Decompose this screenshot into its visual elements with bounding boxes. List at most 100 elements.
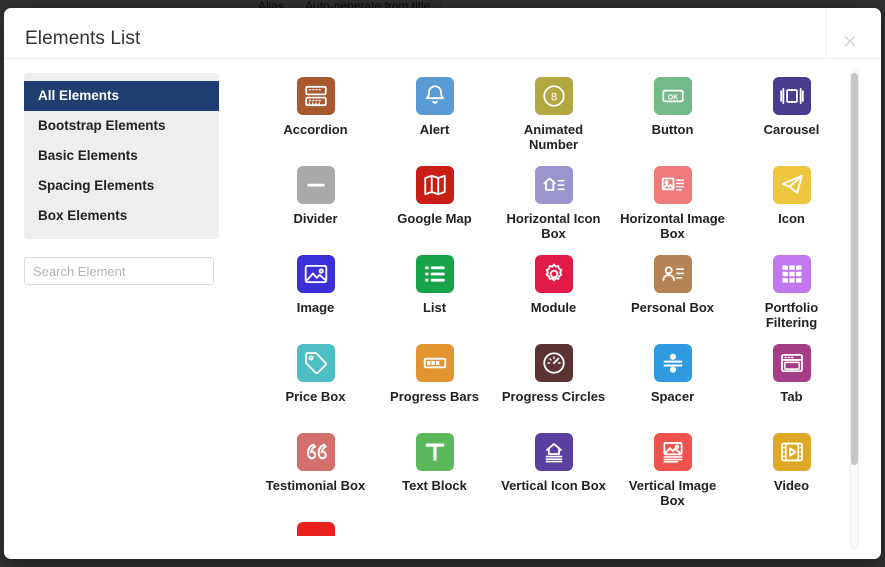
element-tile-button[interactable]: OK Button: [613, 77, 732, 166]
element-tile-animated-number[interactable]: 8 Animated Number: [494, 77, 613, 166]
element-tile-tab[interactable]: Tab: [732, 344, 851, 433]
list-icon: [415, 255, 454, 293]
element-tile-alert[interactable]: Alert: [375, 77, 494, 166]
element-tile-label: Image: [296, 300, 335, 315]
element-tile-horizontal-image-box[interactable]: Horizontal Image Box: [613, 166, 732, 255]
element-tile-progress-circles[interactable]: Progress Circles: [494, 344, 613, 433]
grid-tiles-icon: [772, 255, 811, 293]
quote-icon: [296, 433, 335, 471]
partial-red-icon: [296, 522, 335, 536]
sidebar-item-label: Bootstrap Elements: [38, 118, 166, 133]
sidebar-item-all-elements[interactable]: All Elements: [24, 81, 219, 111]
image-lines-below-icon: [653, 433, 692, 471]
sidebar-item-box-elements[interactable]: Box Elements: [24, 201, 219, 231]
element-tile-label: Video: [773, 478, 810, 493]
element-tile-price-box[interactable]: Price Box: [256, 344, 375, 433]
element-tile-label: Carousel: [763, 122, 820, 137]
gear-icon: [534, 255, 573, 293]
modal-header: Elements List ×: [4, 8, 881, 59]
video-play-icon: [772, 433, 811, 471]
numbered-circle-icon: 8: [534, 77, 573, 115]
modal-body: All Elements Bootstrap Elements Basic Elem…: [4, 59, 881, 559]
element-tile-spacer[interactable]: Spacer: [613, 344, 732, 433]
element-tile-text-block[interactable]: Text Block: [375, 433, 494, 522]
home-lines-right-icon: [534, 166, 573, 204]
element-tile-label: Alert: [419, 122, 450, 137]
progress-bar-icon: [415, 344, 454, 382]
carousel-icon: [772, 77, 811, 115]
text-t-icon: [415, 433, 454, 471]
element-tile-list[interactable]: List: [375, 255, 494, 344]
sidebar: All Elements Bootstrap Elements Basic Elem…: [4, 59, 244, 559]
header-vertical-divider: [826, 8, 827, 59]
paper-plane-icon: [772, 166, 811, 204]
element-tile-label: Spacer: [650, 389, 695, 404]
element-tile-label: Price Box: [285, 389, 346, 404]
element-tile-accordion[interactable]: Accordion: [256, 77, 375, 166]
spacer-icon: [653, 344, 692, 382]
page-title: Elements List: [25, 28, 141, 49]
element-tile-label: Module: [530, 300, 577, 315]
folded-map-icon: [415, 166, 454, 204]
element-tile-label: Horizontal Image Box: [620, 211, 725, 241]
sidebar-item-label: All Elements: [38, 88, 120, 103]
sidebar-item-spacing-elements[interactable]: Spacing Elements: [24, 171, 219, 201]
elements-list-modal: Elements List × All Elements Bootstrap El…: [4, 8, 881, 559]
element-tile-testimonial-box[interactable]: Testimonial Box: [256, 433, 375, 522]
sidebar-item-basic-elements[interactable]: Basic Elements: [24, 141, 219, 171]
element-tile-vertical-icon-box[interactable]: Vertical Icon Box: [494, 433, 613, 522]
element-tile-label: Vertical Image Box: [628, 478, 717, 508]
element-tile-label: Button: [651, 122, 694, 137]
element-tile-portfolio-filtering[interactable]: Portfolio Filtering: [732, 255, 851, 344]
elements-grid-scroll-area: Accordion Alert 8 Animated Number OK Button Ca…: [244, 59, 881, 559]
bell-icon: [415, 77, 454, 115]
picture-icon: [296, 255, 335, 293]
element-tile-label: Progress Circles: [501, 389, 606, 404]
elements-grid: Accordion Alert 8 Animated Number OK Button Ca…: [256, 77, 856, 559]
price-tag-icon: [296, 344, 335, 382]
element-tile-carousel[interactable]: Carousel: [732, 77, 851, 166]
sidebar-item-label: Box Elements: [38, 208, 128, 223]
element-tile-horizontal-icon-box[interactable]: Horizontal Icon Box: [494, 166, 613, 255]
element-tile-vertical-image-box[interactable]: Vertical Image Box: [613, 433, 732, 522]
element-tile-label: Accordion: [283, 122, 348, 137]
element-tile-label: Icon: [778, 211, 805, 226]
element-tile-image[interactable]: Image: [256, 255, 375, 344]
svg-text:8: 8: [550, 92, 556, 104]
element-tile-label: Google Map: [397, 211, 472, 226]
svg-text:OK: OK: [667, 94, 678, 101]
element-tile-divider[interactable]: Divider: [256, 166, 375, 255]
scrollbar-thumb[interactable]: [851, 73, 858, 465]
sidebar-item-label: Spacing Elements: [38, 178, 155, 193]
element-tile-label: Horizontal Icon Box: [506, 211, 601, 241]
sidebar-item-bootstrap-elements[interactable]: Bootstrap Elements: [24, 111, 219, 141]
close-icon[interactable]: ×: [839, 30, 861, 53]
element-tile-label: Personal Box: [630, 300, 715, 315]
element-tile-label: Text Block: [402, 478, 467, 493]
home-lines-below-icon: [534, 433, 573, 471]
element-tile-personal-box[interactable]: Personal Box: [613, 255, 732, 344]
element-tile-label: Progress Bars: [390, 389, 479, 404]
search-input[interactable]: [24, 257, 214, 285]
divider-icon: [296, 166, 335, 204]
tab-window-icon: [772, 344, 811, 382]
element-tile-label: Portfolio Filtering: [764, 300, 819, 330]
element-tile-label: List: [422, 300, 447, 315]
sidebar-item-label: Basic Elements: [38, 148, 138, 163]
accordion-icon: [296, 77, 335, 115]
element-tile-label: Vertical Icon Box: [501, 478, 606, 493]
element-tile-video[interactable]: Video: [732, 433, 851, 522]
gauge-icon: [534, 344, 573, 382]
element-tile-label: Divider: [293, 211, 338, 226]
element-tile-label: Animated Number: [523, 122, 584, 152]
element-tile-label: Testimonial Box: [265, 478, 366, 493]
element-tile-partial[interactable]: [256, 522, 375, 559]
ok-button-icon: OK: [653, 77, 692, 115]
element-tile-progress-bars[interactable]: Progress Bars: [375, 344, 494, 433]
element-tile-module[interactable]: Module: [494, 255, 613, 344]
category-list: All Elements Bootstrap Elements Basic Elem…: [24, 73, 219, 239]
element-tile-label: Tab: [780, 389, 803, 404]
element-tile-icon[interactable]: Icon: [732, 166, 851, 255]
image-lines-right-icon: [653, 166, 692, 204]
element-tile-google-map[interactable]: Google Map: [375, 166, 494, 255]
